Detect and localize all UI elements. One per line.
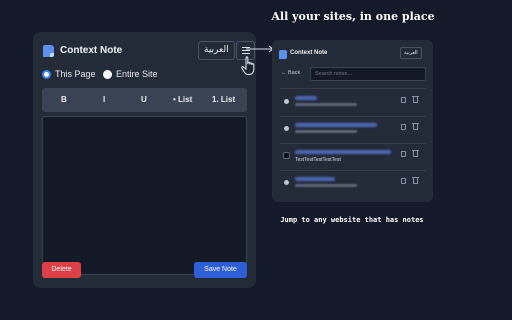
language-toggle-button[interactable]: العربية (198, 41, 235, 60)
trash-icon[interactable] (412, 150, 419, 157)
trash-icon[interactable] (412, 96, 419, 103)
globe-icon (284, 180, 289, 185)
context-note-panel: Context Note العربية This Page Entire Si… (33, 32, 256, 288)
bullet-list-button[interactable]: • List (173, 95, 192, 104)
this-page-label[interactable]: This Page (55, 69, 96, 79)
trash-icon[interactable] (412, 177, 419, 184)
blurred-site-title (295, 177, 335, 181)
note-logo-icon (279, 50, 287, 59)
panel-header: Context Note العربية (43, 41, 255, 75)
italic-button[interactable]: I (103, 95, 105, 104)
copy-icon[interactable] (401, 151, 406, 157)
copy-icon[interactable] (401, 97, 406, 103)
blurred-site-title (295, 150, 391, 154)
copy-icon[interactable] (401, 124, 406, 130)
formatting-toolbar: B I U • List 1. List (42, 88, 247, 112)
blurred-note-snippet (295, 103, 357, 106)
divider (280, 116, 426, 117)
bold-button[interactable]: B (61, 95, 67, 104)
note-editor[interactable] (42, 116, 247, 275)
divider (280, 143, 426, 144)
globe-icon (284, 126, 289, 131)
numbered-list-button[interactable]: 1. List (212, 95, 235, 104)
back-button[interactable]: ← Back (281, 70, 300, 76)
app-favicon-icon (283, 152, 290, 159)
underline-button[interactable]: U (141, 95, 147, 104)
trash-icon[interactable] (412, 123, 419, 130)
divider (280, 88, 426, 89)
list-item[interactable] (280, 120, 426, 142)
delete-button[interactable]: Delete (42, 262, 81, 278)
note-logo-icon (43, 45, 54, 57)
globe-icon (284, 99, 289, 104)
notes-list-preview: Context Note العربية ← Back Search notes… (272, 40, 433, 202)
blurred-note-snippet (295, 184, 357, 187)
blurred-note-snippet (295, 130, 357, 133)
divider (280, 170, 426, 171)
blurred-site-title (295, 123, 377, 127)
promo-headline: All your sites, in one place (271, 10, 435, 23)
app-title: Context Note (60, 45, 123, 56)
list-item[interactable]: TestTestTestTestTest (280, 147, 426, 169)
entire-site-label[interactable]: Entire Site (116, 69, 158, 79)
save-note-button[interactable]: Save Note (194, 262, 247, 278)
list-item[interactable] (280, 93, 426, 115)
preview-app-title: Context Note (290, 50, 328, 56)
entire-site-radio[interactable] (103, 70, 112, 79)
blurred-site-title (295, 96, 317, 100)
search-notes-input[interactable]: Search notes... (310, 67, 426, 81)
list-item[interactable] (280, 174, 426, 196)
promo-caption: Jump to any website that has notes (280, 216, 424, 224)
note-snippet: TestTestTestTestTest (295, 157, 341, 163)
this-page-radio[interactable] (42, 70, 51, 79)
copy-icon[interactable] (401, 178, 406, 184)
preview-language-button[interactable]: العربية (400, 47, 422, 59)
hand-cursor-icon (241, 56, 255, 75)
